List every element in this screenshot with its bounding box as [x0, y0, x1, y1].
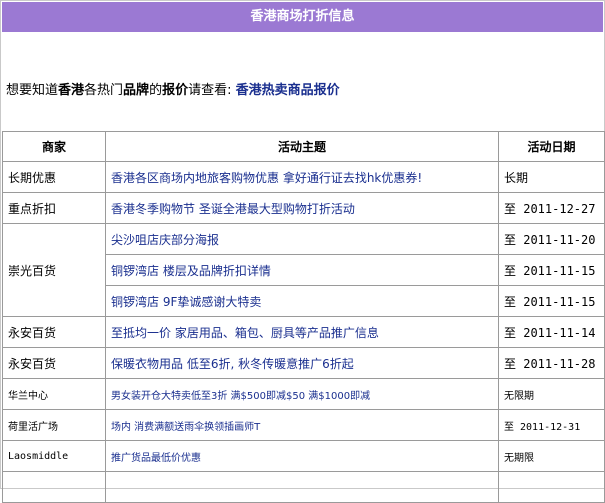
- date-cell: 至 2011-11-15: [498, 254, 605, 286]
- table-row: 重点折扣 香港冬季购物节 圣诞全港最大型购物打折活动 至 2011-12-27: [2, 192, 605, 224]
- topic-link[interactable]: 香港各区商场内地旅客购物优惠 拿好通行证去找hk优惠券!: [105, 161, 499, 193]
- merchant-cell: 崇光百货: [2, 223, 106, 317]
- merchant-cell: 永安百货: [2, 316, 106, 348]
- topic-link[interactable]: 铜锣湾店 楼层及品牌折扣详情: [105, 254, 499, 286]
- header-merchant: 商家: [2, 131, 106, 162]
- topic-link[interactable]: 男女装开仓大特卖低至3折 满$500即减$50 满$1000即减: [105, 378, 499, 410]
- topic-link[interactable]: 保暖衣物用品 低至6折, 秋冬传暖意推广6折起: [105, 347, 499, 379]
- page-title: 香港商场打折信息: [2, 2, 603, 32]
- date-cell: 至 2011-11-28: [498, 347, 605, 379]
- merchant-cell: Laosmiddle: [2, 440, 106, 472]
- date-cell: 至 2011-12-27: [498, 192, 605, 224]
- merchant-cell: 长期优惠: [2, 161, 106, 193]
- table-row: 永安百货 保暖衣物用品 低至6折, 秋冬传暖意推广6折起 至 2011-11-2…: [2, 347, 605, 379]
- intro-bold-brand: 品牌: [123, 83, 150, 98]
- date-cell: 至 2011-11-15: [498, 285, 605, 317]
- topic-link[interactable]: 推广货品最低价优惠: [105, 440, 499, 472]
- date-cell: 无期限: [498, 440, 605, 472]
- intro-line: 想要知道香港各热门品牌的报价请查看: 香港热卖商品报价: [6, 81, 340, 101]
- date-cell: 至 2011-11-20: [498, 223, 605, 255]
- deals-table: 商家 活动主题 活动日期 长期优惠 香港各区商场内地旅客购物优惠 拿好通行证去找…: [2, 131, 605, 503]
- header-date: 活动日期: [498, 131, 605, 162]
- topic-link[interactable]: 场内 消费满额送雨伞换领插画师T: [105, 409, 499, 441]
- topic-link: [105, 471, 499, 503]
- table-header-row: 商家 活动主题 活动日期: [2, 131, 605, 162]
- intro-bold-hongkong: 香港: [58, 83, 85, 98]
- table-row: 崇光百货 尖沙咀店庆部分海报 至 2011-11-20: [2, 223, 605, 317]
- merchant-cell: 永安百货: [2, 347, 106, 379]
- merchant-cell: 重点折扣: [2, 192, 106, 224]
- merchant-cell: 华兰中心: [2, 378, 106, 410]
- table-row: [2, 471, 605, 503]
- page-frame: 香港商场打折信息 想要知道香港各热门品牌的报价请查看: 香港热卖商品报价 商家 …: [0, 0, 605, 503]
- table-row: 荷里活广场 场内 消费满额送雨伞换领插画师T 至 2011-12-31: [2, 409, 605, 441]
- table-row: Laosmiddle 推广货品最低价优惠 无期限: [2, 440, 605, 472]
- date-cell: 至 2011-11-14: [498, 316, 605, 348]
- topic-link[interactable]: 至抵均一价 家居用品、箱包、厨具等产品推广信息: [105, 316, 499, 348]
- date-cell: [498, 471, 605, 503]
- date-cell: 无限期: [498, 378, 605, 410]
- table-row: 华兰中心 男女装开仓大特卖低至3折 满$500即减$50 满$1000即减 无限…: [2, 378, 605, 410]
- intro-middle-2: 的: [149, 83, 163, 98]
- merchant-cell: 荷里活广场: [2, 409, 106, 441]
- topic-link[interactable]: 尖沙咀店庆部分海报: [105, 223, 499, 255]
- header-topic: 活动主题: [105, 131, 499, 162]
- intro-middle-3: 请查看:: [188, 83, 236, 98]
- hot-products-price-link[interactable]: 香港热卖商品报价: [236, 83, 340, 98]
- date-cell: 至 2011-12-31: [498, 409, 605, 441]
- intro-bold-price: 报价: [162, 83, 189, 98]
- date-cell: 长期: [498, 161, 605, 193]
- topic-link[interactable]: 香港冬季购物节 圣诞全港最大型购物打折活动: [105, 192, 499, 224]
- intro-middle-1: 各热门: [84, 83, 124, 98]
- intro-prefix: 想要知道: [6, 83, 59, 98]
- table-row: 永安百货 至抵均一价 家居用品、箱包、厨具等产品推广信息 至 2011-11-1…: [2, 316, 605, 348]
- topic-link[interactable]: 铜锣湾店 9F挚诚感谢大特卖: [105, 285, 499, 317]
- merchant-cell: [2, 471, 106, 503]
- table-row: 长期优惠 香港各区商场内地旅客购物优惠 拿好通行证去找hk优惠券! 长期: [2, 161, 605, 193]
